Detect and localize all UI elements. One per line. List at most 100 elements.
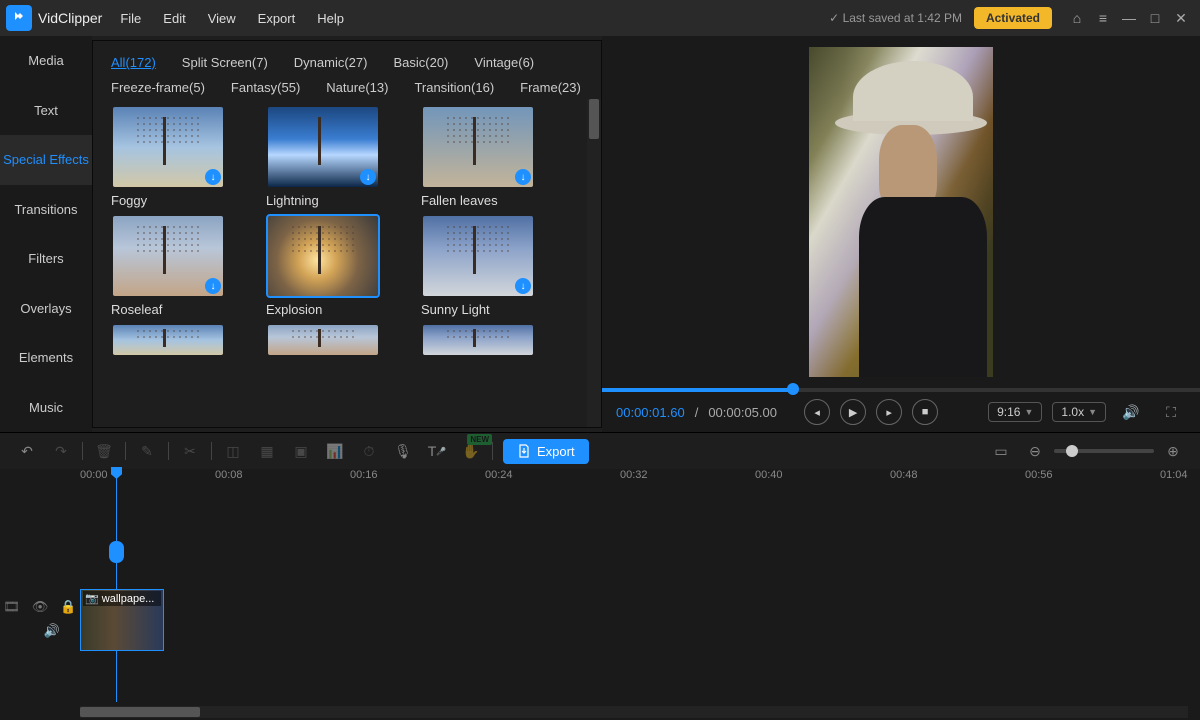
crop-button[interactable]: ◫ [218, 438, 248, 464]
menu-help[interactable]: Help [317, 11, 344, 26]
fullscreen-icon[interactable]: ⛶ [1156, 399, 1186, 425]
zoom-slider[interactable] [1054, 449, 1154, 453]
timeline-tracks[interactable]: 🎞 👁 🔒 🔊 📷 wallpape... [0, 489, 1200, 720]
timeline-ruler[interactable]: 00:0000:0800:1600:2400:3200:4000:4800:56… [0, 469, 1200, 489]
effect-item[interactable] [103, 325, 258, 361]
window-minimize-icon[interactable]: — [1116, 10, 1142, 26]
track-film-icon[interactable]: 🎞 [3, 599, 20, 615]
speed-selector[interactable]: 1.0x▼ [1052, 402, 1106, 422]
undo-button[interactable]: ↶ [12, 438, 42, 464]
menu-view[interactable]: View [208, 11, 236, 26]
effects-browser: All(172) Split Screen(7) Dynamic(27) Basic(… [92, 40, 602, 428]
tab-media[interactable]: Media [0, 36, 92, 86]
track-visibility-icon[interactable]: 👁 [32, 599, 49, 615]
text-to-speech-button[interactable]: T🎤 [422, 438, 452, 464]
current-time: 00:00:01.60 [616, 405, 685, 420]
side-tabs: Media Text Special Effects Transitions F… [0, 36, 92, 432]
download-icon[interactable]: ↓ [205, 169, 221, 185]
effect-categories: All(172) Split Screen(7) Dynamic(27) Basic(… [93, 41, 601, 99]
time-separator: / [695, 405, 699, 420]
effect-thumbnails: ↓Foggy↓Lightning↓Fallen leaves↓RoseleafE… [93, 99, 587, 427]
export-button[interactable]: Export [503, 439, 589, 464]
tab-transitions[interactable]: Transitions [0, 185, 92, 235]
tab-overlays[interactable]: Overlays [0, 284, 92, 334]
pip-button[interactable]: ▣ [286, 438, 316, 464]
hamburger-icon[interactable]: ≡ [1090, 10, 1116, 26]
category-fantasy[interactable]: Fantasy(55) [231, 80, 300, 95]
mosaic-button[interactable]: ▦ [252, 438, 282, 464]
playhead-line[interactable] [116, 469, 117, 702]
download-icon[interactable]: ↓ [360, 169, 376, 185]
timeline-scrollbar[interactable] [80, 706, 1188, 718]
effect-item[interactable]: ↓ Lightning [258, 107, 413, 208]
track-audio-icon[interactable]: 🔊 [44, 623, 60, 639]
prev-frame-button[interactable]: ◂ [804, 399, 830, 425]
stats-button[interactable]: 📊 [320, 438, 350, 464]
effect-item[interactable]: ↓Sunny Light [413, 216, 568, 317]
preview-progress[interactable] [602, 388, 1200, 392]
total-time: 00:00:05.00 [708, 405, 777, 420]
voiceover-button[interactable]: 🎙 [388, 438, 418, 464]
hand-button[interactable]: ✋NEW [456, 438, 486, 464]
track-lock-icon[interactable]: 🔒 [60, 599, 76, 615]
track-controls: 🎞 👁 🔒 🔊 [0, 599, 80, 639]
tab-special-effects[interactable]: Special Effects [0, 135, 92, 185]
effect-label: Fallen leaves [413, 193, 568, 208]
activated-button[interactable]: Activated [974, 7, 1052, 29]
preview-stage[interactable] [602, 36, 1200, 388]
stop-button[interactable]: ■ [912, 399, 938, 425]
preview-controls: 00:00:01.60 / 00:00:05.00 ◂ ▶ ▸ ■ 9:16▼ … [602, 392, 1200, 432]
effect-item[interactable] [413, 325, 568, 361]
download-icon[interactable]: ↓ [205, 278, 221, 294]
home-icon[interactable]: ⌂ [1064, 10, 1090, 26]
tab-music[interactable]: Music [0, 383, 92, 433]
main-area: Media Text Special Effects Transitions F… [0, 36, 1200, 432]
effect-item[interactable]: ↓ Fallen leaves [413, 107, 568, 208]
fit-button[interactable]: ▭ [986, 438, 1016, 464]
effects-scrollbar[interactable] [587, 99, 601, 427]
tab-filters[interactable]: Filters [0, 234, 92, 284]
delete-button[interactable]: 🗑 [89, 438, 119, 464]
app-name: VidClipper [38, 10, 102, 26]
tab-elements[interactable]: Elements [0, 333, 92, 383]
zoom-out-button[interactable]: ⊖ [1020, 438, 1050, 464]
ruler-tick: 00:32 [620, 469, 648, 481]
volume-icon[interactable]: 🔊 [1116, 399, 1146, 425]
aspect-ratio-selector[interactable]: 9:16▼ [988, 402, 1042, 422]
window-maximize-icon[interactable]: □ [1142, 10, 1168, 26]
video-clip[interactable]: 📷 wallpape... [80, 589, 164, 651]
category-transition[interactable]: Transition(16) [414, 80, 494, 95]
effect-item[interactable]: ↓Roseleaf [103, 216, 258, 317]
download-icon[interactable]: ↓ [515, 278, 531, 294]
download-icon[interactable]: ↓ [515, 169, 531, 185]
last-saved-text: ✓ Last saved at 1:42 PM [829, 11, 962, 25]
zoom-in-button[interactable]: ⊕ [1158, 438, 1188, 464]
category-freeze-frame[interactable]: Freeze-frame(5) [111, 80, 205, 95]
category-nature[interactable]: Nature(13) [326, 80, 388, 95]
clip-label: 📷 wallpape... [83, 591, 161, 606]
ruler-tick: 00:56 [1025, 469, 1053, 481]
category-vintage[interactable]: Vintage(6) [474, 55, 534, 70]
tab-text[interactable]: Text [0, 86, 92, 136]
effect-label: Lightning [258, 193, 413, 208]
menu-export[interactable]: Export [258, 11, 296, 26]
effect-item[interactable]: Explosion [258, 216, 413, 317]
redo-button[interactable]: ↷ [46, 438, 76, 464]
ruler-tick: 00:08 [215, 469, 243, 481]
category-all[interactable]: All(172) [111, 55, 156, 70]
menu-file[interactable]: File [120, 11, 141, 26]
effect-item[interactable]: ↓Foggy [103, 107, 258, 208]
menu-edit[interactable]: Edit [163, 11, 185, 26]
window-close-icon[interactable]: ✕ [1168, 10, 1194, 27]
speed-button[interactable]: ⏱ [354, 438, 384, 464]
edit-button[interactable]: ✎ [132, 438, 162, 464]
next-frame-button[interactable]: ▸ [876, 399, 902, 425]
category-dynamic[interactable]: Dynamic(27) [294, 55, 368, 70]
timeline-marker[interactable] [109, 541, 124, 563]
category-frame[interactable]: Frame(23) [520, 80, 581, 95]
split-button[interactable]: ✂ [175, 438, 205, 464]
play-button[interactable]: ▶ [840, 399, 866, 425]
category-split-screen[interactable]: Split Screen(7) [182, 55, 268, 70]
effect-item[interactable] [258, 325, 413, 361]
category-basic[interactable]: Basic(20) [393, 55, 448, 70]
